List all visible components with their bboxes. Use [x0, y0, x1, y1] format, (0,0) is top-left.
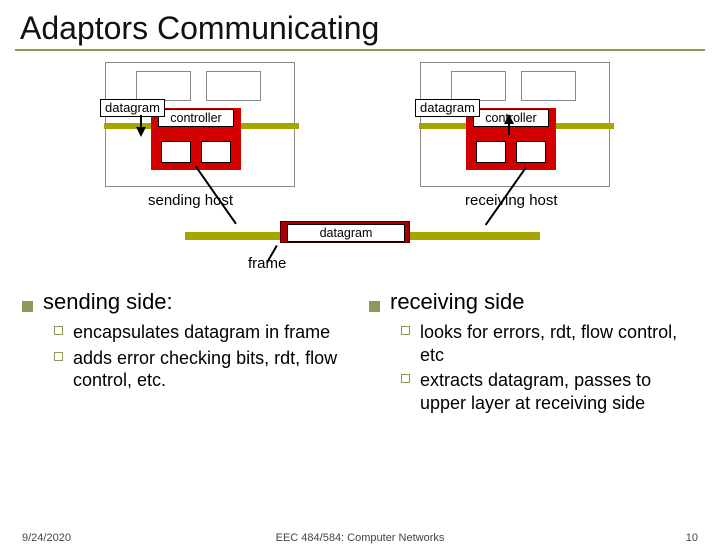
- receiving-host-label: receiving host: [465, 192, 558, 209]
- bullet-outline-icon: [401, 326, 410, 335]
- list-item: extracts datagram, passes to upper layer…: [401, 369, 698, 414]
- app-box: [206, 71, 261, 101]
- heading-text: sending side:: [43, 289, 173, 315]
- receiving-side-heading: receiving side: [369, 289, 698, 315]
- controller-label: controller: [158, 109, 234, 127]
- app-box: [521, 71, 576, 101]
- sending-host-box: controller: [105, 62, 295, 187]
- buffer-cell: [476, 141, 506, 163]
- slide-title: Adaptors Communicating: [0, 0, 720, 49]
- datagram-label: datagram: [415, 99, 480, 117]
- bullet-outline-icon: [401, 374, 410, 383]
- bullet-square-icon: [22, 301, 33, 312]
- footer-page: 10: [686, 532, 698, 544]
- right-column: receiving side looks for errors, rdt, fl…: [369, 287, 698, 417]
- bullet-square-icon: [369, 301, 380, 312]
- arrow-down-icon: [136, 127, 146, 137]
- title-rule: [15, 49, 705, 51]
- heading-text: receiving side: [390, 289, 525, 315]
- datagram-label: datagram: [100, 99, 165, 117]
- item-text: looks for errors, rdt, flow control, etc: [420, 321, 698, 366]
- item-text: extracts datagram, passes to upper layer…: [420, 369, 698, 414]
- item-text: adds error checking bits, rdt, flow cont…: [73, 347, 351, 392]
- frame-box: datagram: [280, 221, 410, 243]
- app-box: [136, 71, 191, 101]
- buffer-cell: [201, 141, 231, 163]
- arrow-up-icon: [504, 114, 514, 124]
- app-box: [451, 71, 506, 101]
- list-item: adds error checking bits, rdt, flow cont…: [54, 347, 351, 392]
- bullet-outline-icon: [54, 326, 63, 335]
- footer-course: EEC 484/584: Computer Networks: [0, 532, 720, 544]
- left-column: sending side: encapsulates datagram in f…: [22, 287, 351, 417]
- buffer-cell: [161, 141, 191, 163]
- content-columns: sending side: encapsulates datagram in f…: [0, 287, 720, 417]
- diagram-area: controller datagram sending host control…: [30, 57, 690, 287]
- item-text: encapsulates datagram in frame: [73, 321, 330, 344]
- receiving-host-box: controller: [420, 62, 610, 187]
- list-item: looks for errors, rdt, flow control, etc: [401, 321, 698, 366]
- arrow-stem: [508, 123, 510, 135]
- sending-side-heading: sending side:: [22, 289, 351, 315]
- list-item: encapsulates datagram in frame: [54, 321, 351, 344]
- bullet-outline-icon: [54, 352, 63, 361]
- frame-payload-label: datagram: [287, 224, 405, 242]
- buffer-cell: [516, 141, 546, 163]
